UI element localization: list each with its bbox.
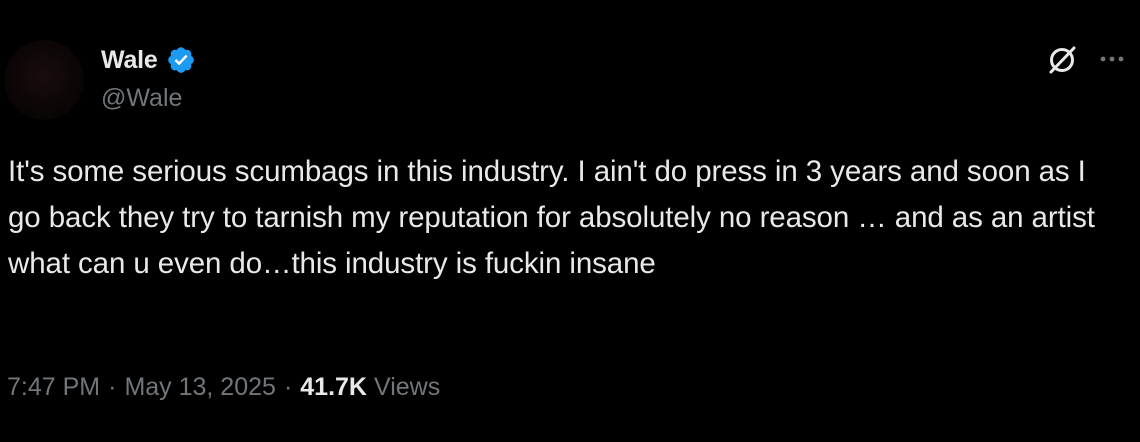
views-label: Views	[373, 373, 441, 401]
meta-separator: ·	[108, 373, 117, 401]
author-display-name[interactable]: Wale	[101, 46, 158, 75]
tweet-date[interactable]: May 13, 2025	[124, 373, 276, 402]
views-count: 41.7K	[300, 373, 367, 401]
avatar[interactable]	[4, 40, 84, 120]
more-options-icon[interactable]	[1099, 49, 1125, 69]
verified-badge-icon[interactable]	[166, 45, 196, 75]
author-name-row: Wale	[101, 44, 196, 76]
grok-icon[interactable]	[1044, 42, 1080, 78]
meta-separator: ·	[283, 373, 293, 401]
tweet-text: It's some serious scumbags in this indus…	[8, 155, 1103, 280]
tweet-card: Wale @Wale It's some serious scumbags in…	[0, 0, 1140, 442]
tweet-meta: 7:47 PM · May 13, 2025 · 41.7K Views	[7, 373, 440, 402]
author-handle[interactable]: @Wale	[101, 84, 182, 113]
tweet-time[interactable]: 7:47 PM	[7, 373, 100, 402]
